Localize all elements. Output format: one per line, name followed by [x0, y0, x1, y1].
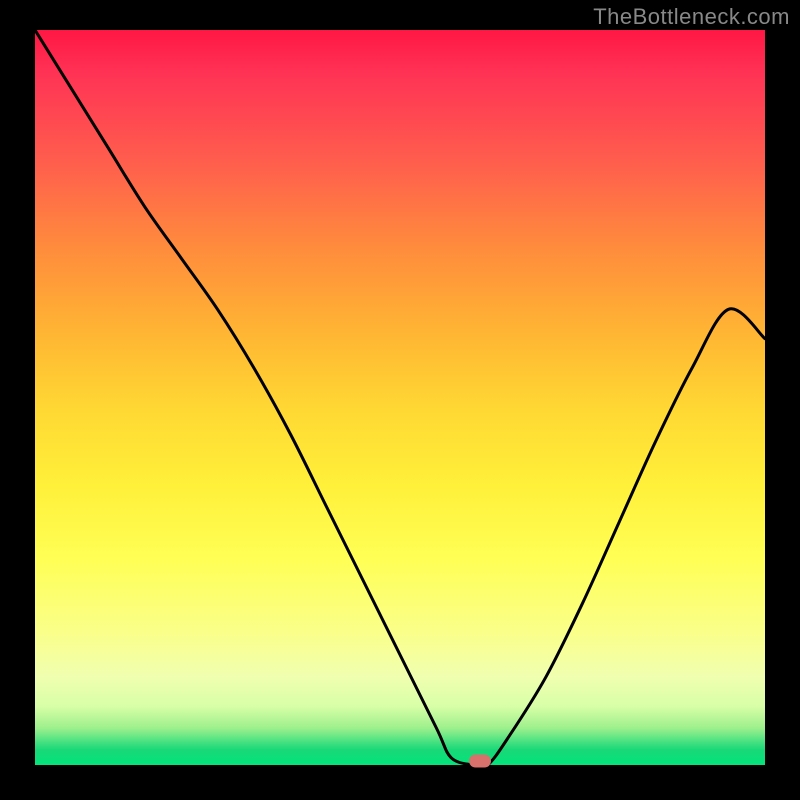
bottleneck-curve: [35, 30, 765, 765]
optimal-point-marker: [469, 755, 491, 768]
curve-layer: [35, 30, 765, 765]
chart-frame: TheBottleneck.com: [0, 0, 800, 800]
plot-area: [35, 30, 765, 765]
watermark-text: TheBottleneck.com: [593, 4, 790, 30]
